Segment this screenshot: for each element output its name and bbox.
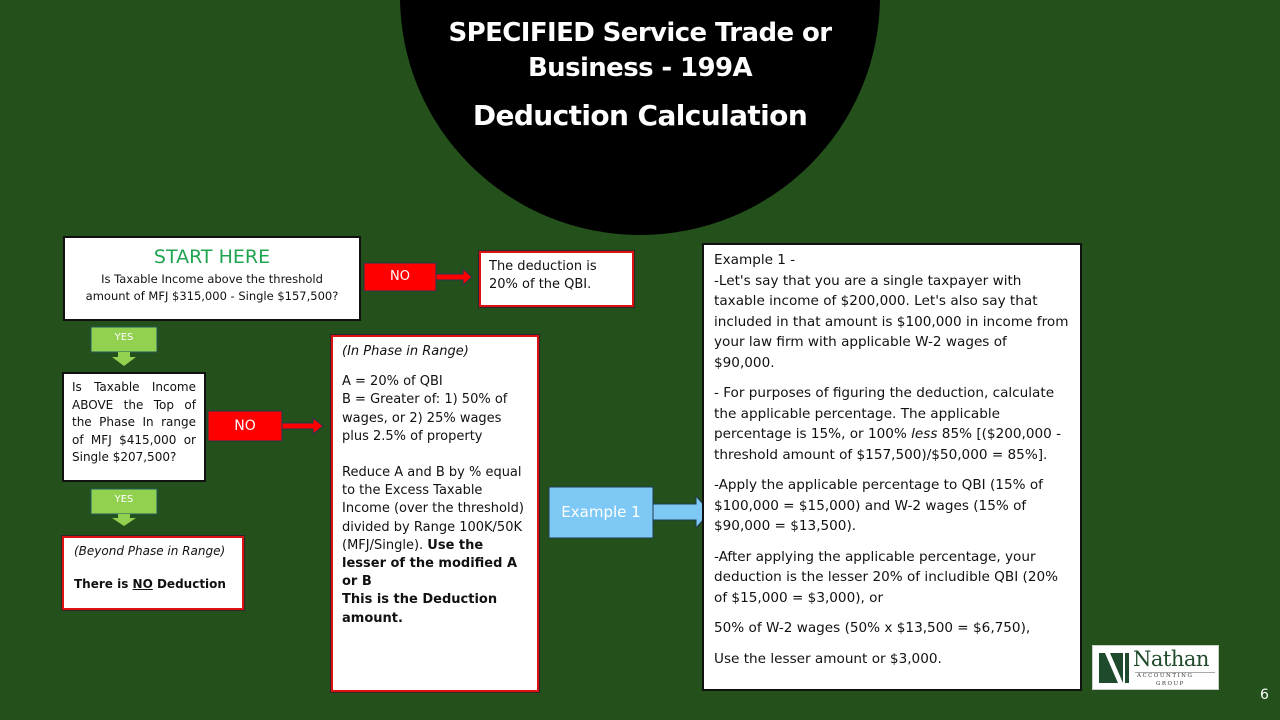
- no-deduction-text: There is NO Deduction: [74, 577, 232, 591]
- p2-italic: less: [911, 426, 938, 442]
- no-deduction-emphasis: NO: [132, 577, 153, 591]
- no-label-2: NO: [234, 418, 256, 434]
- no-deduction-suffix: Deduction: [152, 577, 226, 591]
- start-here-box: START HERE Is Taxable Income above the t…: [63, 236, 361, 321]
- deduction-20-line-2: 20% of the QBI.: [489, 277, 592, 292]
- deduction-amount-note: This is the Deduction amount.: [342, 592, 498, 626]
- title-line-2: Business - 199A: [527, 53, 753, 83]
- nathan-accounting-logo: Nathan ACCOUNTING GROUP: [1092, 645, 1219, 690]
- slide-subtitle: Deduction Calculation: [472, 99, 808, 132]
- in-phase-label: (In Phase in Range): [342, 344, 469, 359]
- logo-name: Nathan: [1133, 647, 1209, 671]
- slide-title: SPECIFIED Service Trade or Business - 19…: [400, 16, 880, 86]
- example-heading: Example 1 -: [714, 252, 796, 268]
- line-b: B = Greater of: 1) 50% of wages, or 2) 2…: [342, 392, 508, 444]
- yes-label-1: YES: [114, 332, 134, 343]
- line-a: A = 20% of QBI: [342, 374, 443, 390]
- threshold-question: Is Taxable Income above the threshold am…: [65, 271, 359, 305]
- logo-sub-1: ACCOUNTING: [1137, 673, 1194, 679]
- deduction-20-percent-box: The deduction is 20% of the QBI.: [479, 251, 634, 307]
- phase-in-question-box: Is Taxable Income ABOVE the Top of the P…: [62, 372, 206, 482]
- example-1-box: Example 1 - -Let's say that you are a si…: [702, 243, 1082, 691]
- example-paragraph-6: Use the lesser amount or $3,000.: [714, 650, 942, 667]
- reduce-text: Reduce A and B by % equal to the Excess …: [342, 464, 528, 591]
- no-label-1: NO: [390, 269, 410, 284]
- beyond-phase-label: (Beyond Phase in Range): [74, 544, 226, 558]
- no-deduction-prefix: There is: [74, 577, 133, 591]
- start-here-title: START HERE: [153, 246, 271, 268]
- example-paragraph-2: - For purposes of figuring the deduction…: [714, 383, 1070, 465]
- example-arrow-label: Example 1: [561, 503, 641, 521]
- threshold-question-line-1: Is Taxable Income above the threshold: [101, 272, 323, 286]
- example-paragraph-5: 50% of W-2 wages (50% x $13,500 = $6,750…: [714, 620, 1031, 636]
- threshold-question-line-2: amount of MFJ $315,000 - Single $157,500…: [85, 289, 339, 303]
- in-phase-box: (In Phase in Range) A = 20% of QBI B = G…: [331, 335, 539, 692]
- page-number: 6: [1260, 687, 1269, 703]
- deduction-20-line-1: The deduction is: [489, 259, 597, 274]
- example-paragraph-4: -After applying the applicable percentag…: [714, 548, 1059, 606]
- logo-mark-icon: [1099, 653, 1129, 683]
- logo-sub-2: GROUP: [1156, 681, 1185, 687]
- yes-label-2: YES: [114, 494, 134, 505]
- beyond-phase-box: (Beyond Phase in Range) There is NO Dedu…: [62, 536, 244, 610]
- example-paragraph-3: -Apply the applicable percentage to QBI …: [714, 477, 1043, 534]
- example-paragraph-1: -Let's say that you are a single taxpaye…: [714, 272, 1069, 371]
- title-line-1: SPECIFIED Service Trade or: [448, 18, 833, 48]
